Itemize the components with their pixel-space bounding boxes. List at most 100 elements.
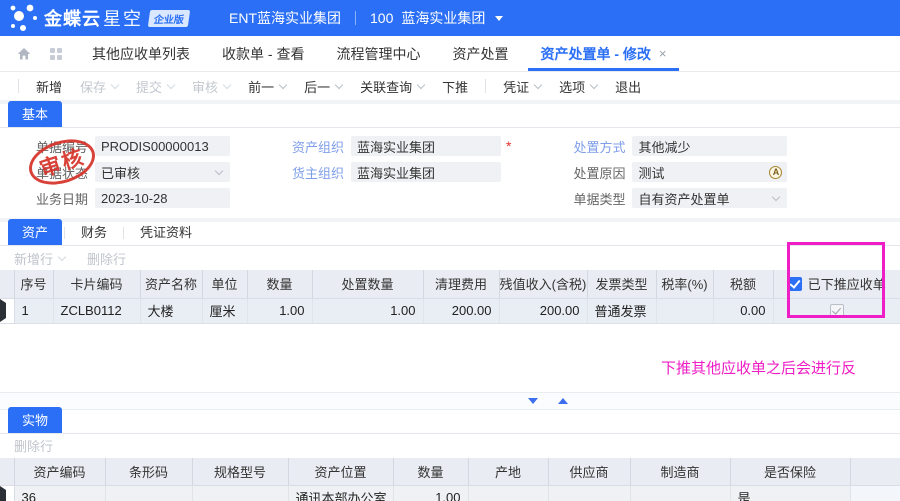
cell-residual-income[interactable]: 200.00	[499, 298, 588, 324]
tab-asset-disposal[interactable]: 资产处置	[436, 36, 524, 71]
cell-manufacturer[interactable]	[630, 485, 731, 501]
chevron-down-icon	[214, 166, 224, 175]
tab-divider	[123, 227, 125, 239]
bill-type-select[interactable]: 自有资产处置单	[632, 188, 788, 208]
cell-tax-amount[interactable]: 0.00	[713, 298, 774, 324]
new-button[interactable]: 新增	[27, 77, 71, 96]
column-header-barcode[interactable]: 条形码	[105, 457, 193, 486]
cell-asset-location[interactable]: 通讯本部办公室	[288, 485, 394, 501]
asset-org-label[interactable]: 资产组织	[282, 137, 344, 156]
asset-org-field[interactable]: 蓝海实业集团	[351, 136, 501, 156]
row-marker-header	[0, 457, 15, 486]
physical-table-row[interactable]: 36 通讯本部办公室 1.00 是	[0, 485, 900, 501]
add-row-button[interactable]: 新增行	[14, 249, 67, 268]
home-icon[interactable]	[16, 46, 32, 62]
business-date-label: 业务日期	[35, 191, 88, 207]
tab-finance[interactable]: 财务	[67, 219, 121, 245]
business-date-field[interactable]: 2023-10-28	[95, 188, 230, 208]
owner-org-label[interactable]: 货主组织	[282, 163, 344, 182]
owner-org-field[interactable]: 蓝海实业集团	[351, 162, 501, 182]
chevron-down-icon	[533, 80, 543, 89]
column-header-manufacturer[interactable]: 制造商	[630, 457, 731, 486]
org-name[interactable]: 蓝海实业集团	[401, 8, 485, 28]
tab-other-receivable-list[interactable]: 其他应收单列表	[76, 36, 206, 71]
column-header-seq[interactable]: 序号	[14, 270, 54, 299]
column-header-disposal-qty[interactable]: 处置数量	[312, 270, 424, 299]
voucher-button[interactable]: 凭证	[494, 77, 550, 96]
collapse-up-icon[interactable]	[558, 397, 568, 404]
cell-qty[interactable]: 1.00	[393, 485, 469, 501]
pushed-checkbox-header[interactable]	[787, 276, 802, 291]
column-header-asset-code[interactable]: 资产编码	[14, 457, 106, 486]
column-header-residual-income[interactable]: 残值收入(含税)	[499, 270, 588, 299]
column-header-qty[interactable]: 数量	[247, 270, 313, 299]
options-button[interactable]: 选项	[550, 77, 606, 96]
app-grid-icon[interactable]	[50, 47, 62, 60]
tab-receipt-view[interactable]: 收款单 - 查看	[206, 36, 320, 71]
cell-seq[interactable]: 1	[14, 298, 54, 324]
column-header-unit[interactable]: 单位	[202, 270, 248, 299]
cell-invoice-type[interactable]: 普通发票	[587, 298, 657, 324]
tab-asset[interactable]: 资产	[8, 219, 63, 245]
linked-query-button[interactable]: 关联查询	[351, 77, 433, 96]
cell-pushed[interactable]	[773, 298, 900, 324]
submit-button[interactable]: 提交	[127, 77, 183, 96]
cell-origin[interactable]	[468, 485, 549, 501]
tab-voucher-info[interactable]: 凭证资料	[126, 219, 206, 245]
save-button[interactable]: 保存	[71, 77, 127, 96]
tab-close-icon[interactable]: ×	[659, 46, 667, 61]
row-arrow-icon	[0, 486, 6, 501]
column-header-asset-name[interactable]: 资产名称	[140, 270, 203, 299]
bill-no-field[interactable]: PRODIS00000013	[95, 136, 230, 156]
basic-form: 单据编号 PRODIS00000013 单据状态 已审核 业务日期 2023-1…	[0, 128, 900, 218]
exit-button[interactable]: 退出	[606, 77, 650, 96]
column-header-card-code[interactable]: 卡片编码	[53, 270, 141, 299]
workspace-name[interactable]: ENT蓝海实业集团	[229, 8, 341, 28]
cell-insured[interactable]: 是	[730, 485, 851, 501]
column-header-qty[interactable]: 数量	[393, 457, 469, 486]
tab-process-center[interactable]: 流程管理中心	[320, 36, 436, 71]
cell-barcode[interactable]	[105, 485, 193, 501]
row-marker	[0, 298, 15, 324]
column-header-cleanup-fee[interactable]: 清理费用	[423, 270, 500, 299]
audit-button[interactable]: 审核	[183, 77, 239, 96]
column-header-pushed[interactable]: 已下推应收单	[773, 270, 900, 299]
cell-tax-rate[interactable]	[656, 298, 714, 324]
org-dropdown-caret-icon[interactable]	[495, 15, 504, 21]
tab-asset-disposal-edit[interactable]: 资产处置单 - 修改 ×	[524, 36, 682, 71]
cell-asset-code[interactable]: 36	[14, 485, 106, 501]
multilanguage-icon[interactable]: A	[769, 165, 783, 179]
previous-button[interactable]: 前一	[239, 77, 295, 96]
cell-disposal-qty[interactable]: 1.00	[312, 298, 424, 324]
delete-row-button[interactable]: 删除行	[14, 436, 53, 455]
column-header-origin[interactable]: 产地	[468, 457, 549, 486]
panel-splitter[interactable]	[0, 391, 900, 410]
column-header-supplier[interactable]: 供应商	[548, 457, 631, 486]
cell-spec-model[interactable]	[192, 485, 289, 501]
cell-supplier[interactable]	[548, 485, 631, 501]
column-header-tax-rate[interactable]: 税率(%)	[656, 270, 714, 299]
delete-row-button[interactable]: 删除行	[87, 249, 126, 268]
asset-table-row[interactable]: 1 ZCLB0112 大楼 厘米 1.00 1.00 200.00 200.00…	[0, 298, 900, 324]
collapse-down-icon[interactable]	[528, 397, 538, 404]
next-button[interactable]: 后一	[295, 77, 351, 96]
disposal-reason-field[interactable]: 测试 A	[632, 162, 788, 182]
column-header-spec-model[interactable]: 规格型号	[192, 457, 289, 486]
bill-status-select[interactable]: 已审核	[95, 162, 230, 182]
toolbar-divider	[18, 79, 19, 93]
column-header-tax-amount[interactable]: 税额	[713, 270, 774, 299]
push-down-button[interactable]: 下推	[433, 77, 477, 96]
cell-qty[interactable]: 1.00	[247, 298, 313, 324]
cell-cleanup-fee[interactable]: 200.00	[423, 298, 500, 324]
cell-asset-name[interactable]: 大楼	[140, 298, 203, 324]
tab-basic[interactable]: 基本	[8, 101, 63, 127]
column-header-insured[interactable]: 是否保险	[730, 457, 851, 486]
disposal-method-label[interactable]: 处置方式	[563, 137, 625, 156]
tab-physical[interactable]: 实物	[8, 406, 63, 433]
cell-unit[interactable]: 厘米	[202, 298, 248, 324]
column-header-invoice-type[interactable]: 发票类型	[587, 270, 657, 299]
column-header-asset-location[interactable]: 资产位置	[288, 457, 394, 486]
pushed-checkbox[interactable]	[829, 304, 844, 319]
disposal-method-field[interactable]: 其他减少	[632, 136, 788, 156]
cell-card-code[interactable]: ZCLB0112	[53, 298, 141, 324]
